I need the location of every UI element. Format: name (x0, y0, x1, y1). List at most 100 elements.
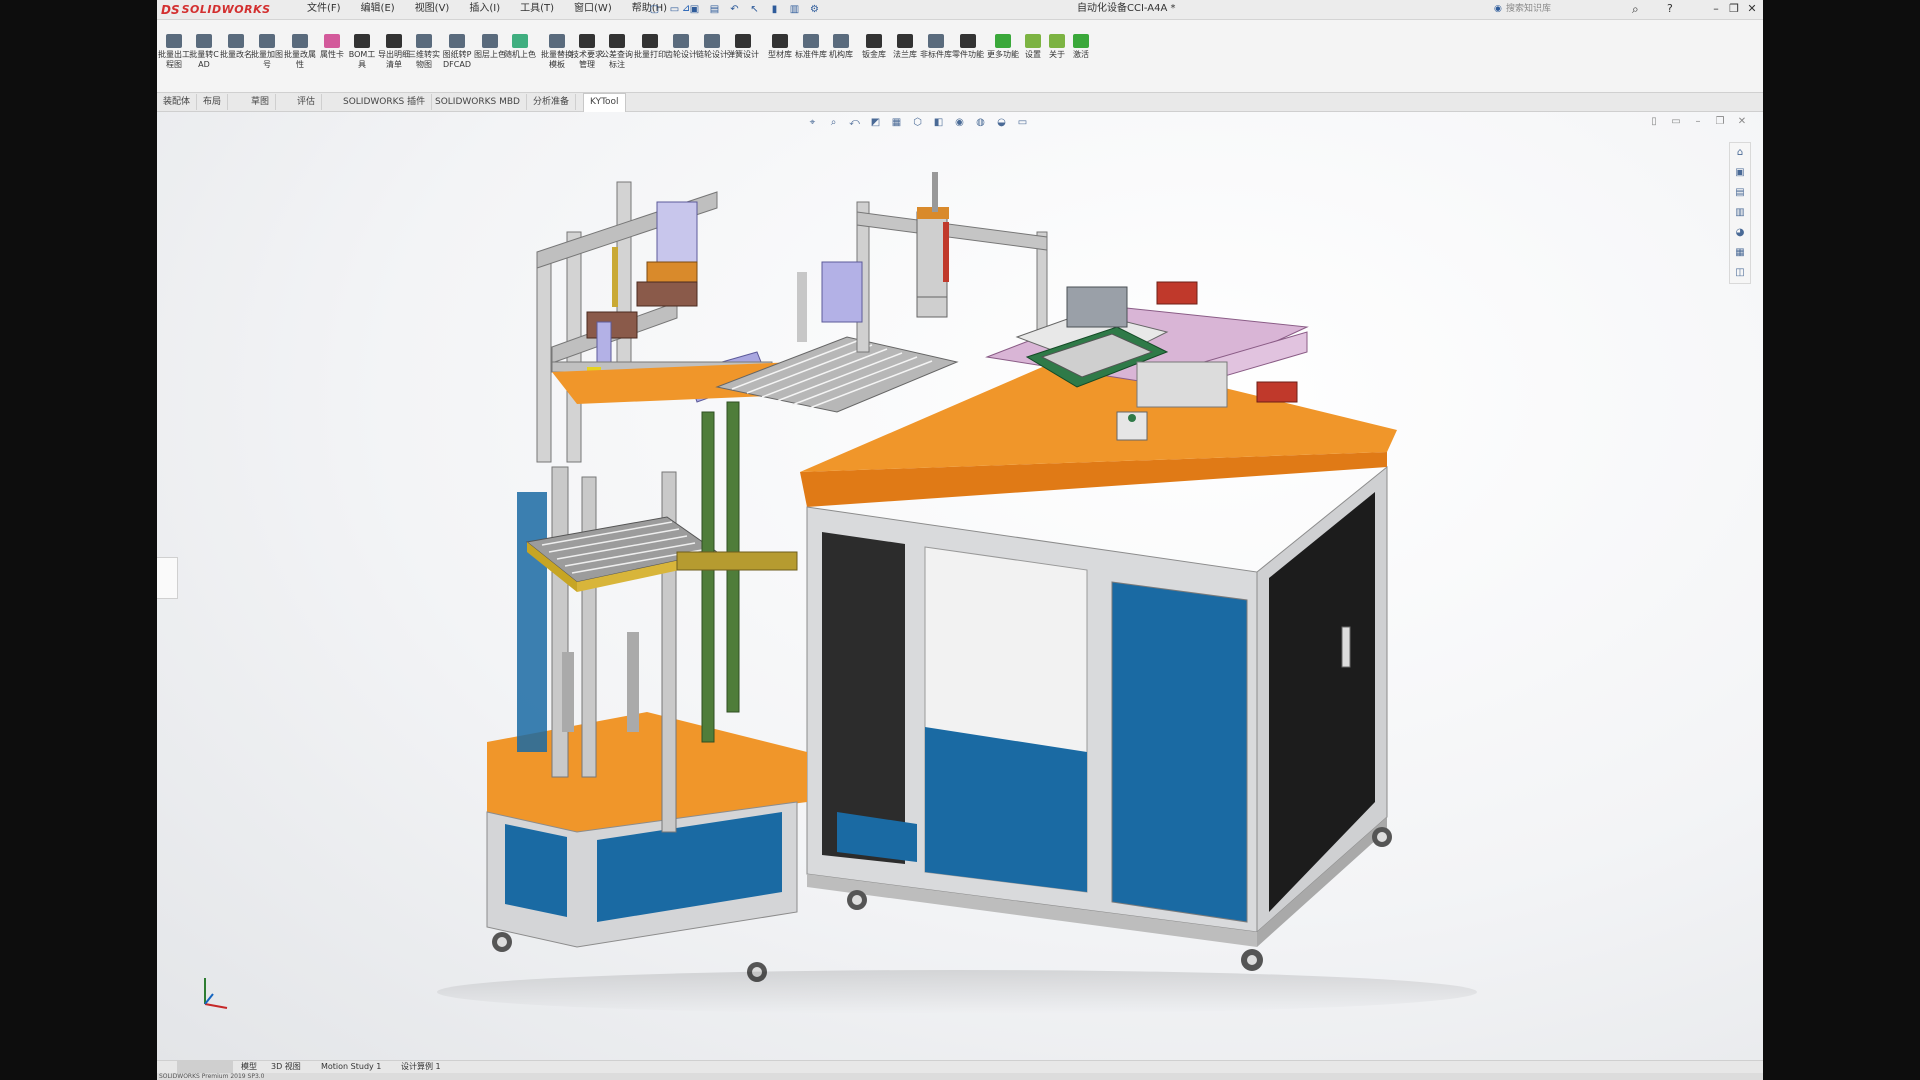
ribbon-button-rename[interactable]: 批量改名 (219, 34, 253, 78)
export-list-icon (386, 34, 402, 48)
number-icon (259, 34, 275, 48)
ribbon-button-export-list[interactable]: 导出明细清单 (377, 34, 411, 78)
command-manager-ribbon: 批量出工程图 批量转CAD 批量改名 批量加图号 批量改属性 属性卡 BOM工具 导出明细清单… (157, 20, 1763, 93)
ribbon-button-cad[interactable]: 批量转CAD (187, 34, 221, 78)
help-icon[interactable]: ? (1667, 0, 1673, 18)
tab-3d-views[interactable]: 3D 视图 (267, 1061, 305, 1073)
ribbon-button-part-function[interactable]: 零件功能 (951, 34, 985, 78)
drawing-icon (166, 34, 182, 48)
ribbon-button-3d[interactable]: 三维转实物图 (407, 34, 441, 78)
ribbon-button-property-card[interactable]: 属性卡 (315, 34, 349, 78)
ribbon-button-more[interactable]: 更多功能 (986, 34, 1020, 78)
requirements-icon (579, 34, 595, 48)
feeder-tray (552, 336, 959, 413)
tab-motion-study[interactable]: Motion Study 1 (317, 1061, 385, 1073)
mechanism-icon (833, 34, 849, 48)
file-properties-icon[interactable]: ▥ (787, 2, 802, 16)
ribbon-button-flange[interactable]: 法兰库 (888, 34, 922, 78)
menu-file[interactable]: 文件(F) (297, 0, 351, 19)
rename-icon (228, 34, 244, 48)
profile-icon (772, 34, 788, 48)
tab-scroll[interactable] (177, 1061, 233, 1073)
ribbon-button-spring[interactable]: 弹簧设计 (726, 34, 760, 78)
sheetmetal-icon (866, 34, 882, 48)
ribbon-button-drawing[interactable]: 批量出工程图 (157, 34, 191, 78)
ribbon-button-label: 标准件库 (795, 50, 827, 59)
ribbon-button-label: 型材库 (768, 50, 792, 59)
ribbon-button-standard-part[interactable]: 标准件库 (794, 34, 828, 78)
3d-icon (416, 34, 432, 48)
ribbon-button-requirements[interactable]: 技术要求管理 (570, 34, 604, 78)
quick-access-toolbar: ▢ ▭ ▣ ▤ ↶ ↖ ▮ ▥ ⚙ (647, 2, 822, 16)
tab-evaluate[interactable]: 评估 (291, 94, 323, 110)
menu-edit[interactable]: 编辑(E) (351, 0, 405, 19)
menu-insert[interactable]: 插入(I) (459, 0, 510, 19)
ribbon-button-activate[interactable]: 激活 (1064, 34, 1098, 78)
open-icon[interactable]: ▭ (667, 2, 682, 16)
menu-tools[interactable]: 工具(T) (510, 0, 564, 19)
menu-view[interactable]: 视图(V) (405, 0, 460, 19)
select-icon[interactable]: ↖ (747, 2, 762, 16)
tab-assembly[interactable]: 装配体 (157, 94, 198, 110)
sprocket-icon (704, 34, 720, 48)
tab-layout[interactable]: 布局 (197, 94, 229, 110)
restore-icon[interactable]: ❐ (1725, 0, 1743, 18)
search-icon[interactable]: ⌕ (1632, 0, 1639, 18)
ribbon-button-number[interactable]: 批量加图号 (250, 34, 284, 78)
cad-icon (196, 34, 212, 48)
close-icon[interactable]: ✕ (1743, 0, 1761, 18)
minimize-icon[interactable]: – (1707, 0, 1725, 18)
property-card-icon (324, 34, 340, 48)
ribbon-button-properties[interactable]: 批量改属性 (283, 34, 317, 78)
save-icon[interactable]: ▣ (687, 2, 702, 16)
ribbon-button-label: 批量加图号 (251, 50, 283, 69)
bom-icon (354, 34, 370, 48)
undo-icon[interactable]: ↶ (727, 2, 742, 16)
ribbon-button-random-color[interactable]: 随机上色 (503, 34, 537, 78)
ribbon-button-bom[interactable]: BOM工具 (345, 34, 379, 78)
menu-window[interactable]: 窗口(W) (564, 0, 622, 19)
tab-design-study[interactable]: 设计算例 1 (397, 1061, 445, 1073)
coordinate-triad (204, 978, 228, 1009)
ribbon-button-label: 图层上色 (474, 50, 506, 59)
tab-solidworks-addins[interactable]: SOLIDWORKS 插件 (337, 94, 433, 110)
tab-model[interactable]: 模型 (237, 1061, 261, 1073)
gear-icon (673, 34, 689, 48)
options-icon[interactable]: ⚙ (807, 2, 822, 16)
ribbon-button-template[interactable]: 批量替换模板 (540, 34, 574, 78)
about-icon (1049, 34, 1065, 48)
search-scope-icon: ◉ (1494, 4, 1502, 14)
ribbon-button-label: 零件功能 (952, 50, 984, 59)
ribbon-button-custom-part[interactable]: 非标件库 (919, 34, 953, 78)
flange-icon (897, 34, 913, 48)
rebuild-icon[interactable]: ▮ (767, 2, 782, 16)
ribbon-button-layer-color[interactable]: 图层上色 (473, 34, 507, 78)
search-input[interactable]: ◉ 搜索知识库 (1494, 2, 1636, 16)
main-cabinet (800, 352, 1397, 971)
new-document-icon[interactable]: ▢ (647, 2, 662, 16)
ribbon-button-pdf[interactable]: 图纸转PDFCAD (440, 34, 474, 78)
ribbon-button-mechanism[interactable]: 机构库 (824, 34, 858, 78)
search-placeholder: 搜索知识库 (1506, 4, 1552, 14)
ribbon-button-tolerance[interactable]: 公差查询标注 (600, 34, 634, 78)
tab-kytool[interactable]: KYTool (583, 93, 626, 112)
ds-logo: DS (161, 2, 180, 17)
tab-analysis-prep[interactable]: 分析准备 (527, 94, 577, 110)
ribbon-button-profile[interactable]: 型材库 (763, 34, 797, 78)
3d-model-view[interactable] (157, 112, 1763, 1060)
ribbon-button-gear[interactable]: 齿轮设计 (664, 34, 698, 78)
graphics-area[interactable]: ⌖ ⌕ ⤺ ◩ ▦ ⬡ ◧ ◉ ◍ ◒ ▭ ▯ ▭ – ❐ ✕ ⌂ ▣ ▤ ▥ … (157, 112, 1763, 1060)
ribbon-button-sprocket[interactable]: 链轮设计 (695, 34, 729, 78)
solidworks-logo[interactable]: DS SOLIDWORKS (161, 0, 279, 19)
ribbon-button-sheetmetal[interactable]: 钣金库 (857, 34, 891, 78)
ribbon-button-label: 齿轮设计 (665, 50, 697, 59)
tab-solidworks-mbd[interactable]: SOLIDWORKS MBD (429, 94, 527, 110)
print-icon[interactable]: ▤ (707, 2, 722, 16)
ribbon-button-print-batch[interactable]: 批量打印 (633, 34, 667, 78)
ribbon-button-label: 批量改属性 (284, 50, 316, 69)
tab-sketch[interactable]: 草图 (245, 94, 277, 110)
solidworks-window: DS SOLIDWORKS 文件(F) 编辑(E) 视图(V) 插入(I) 工具… (157, 0, 1763, 1080)
ribbon-button-label: 批量打印 (634, 50, 666, 59)
part-function-icon (960, 34, 976, 48)
bottom-tabs: 模型 3D 视图 Motion Study 1 设计算例 1 (157, 1060, 1763, 1074)
